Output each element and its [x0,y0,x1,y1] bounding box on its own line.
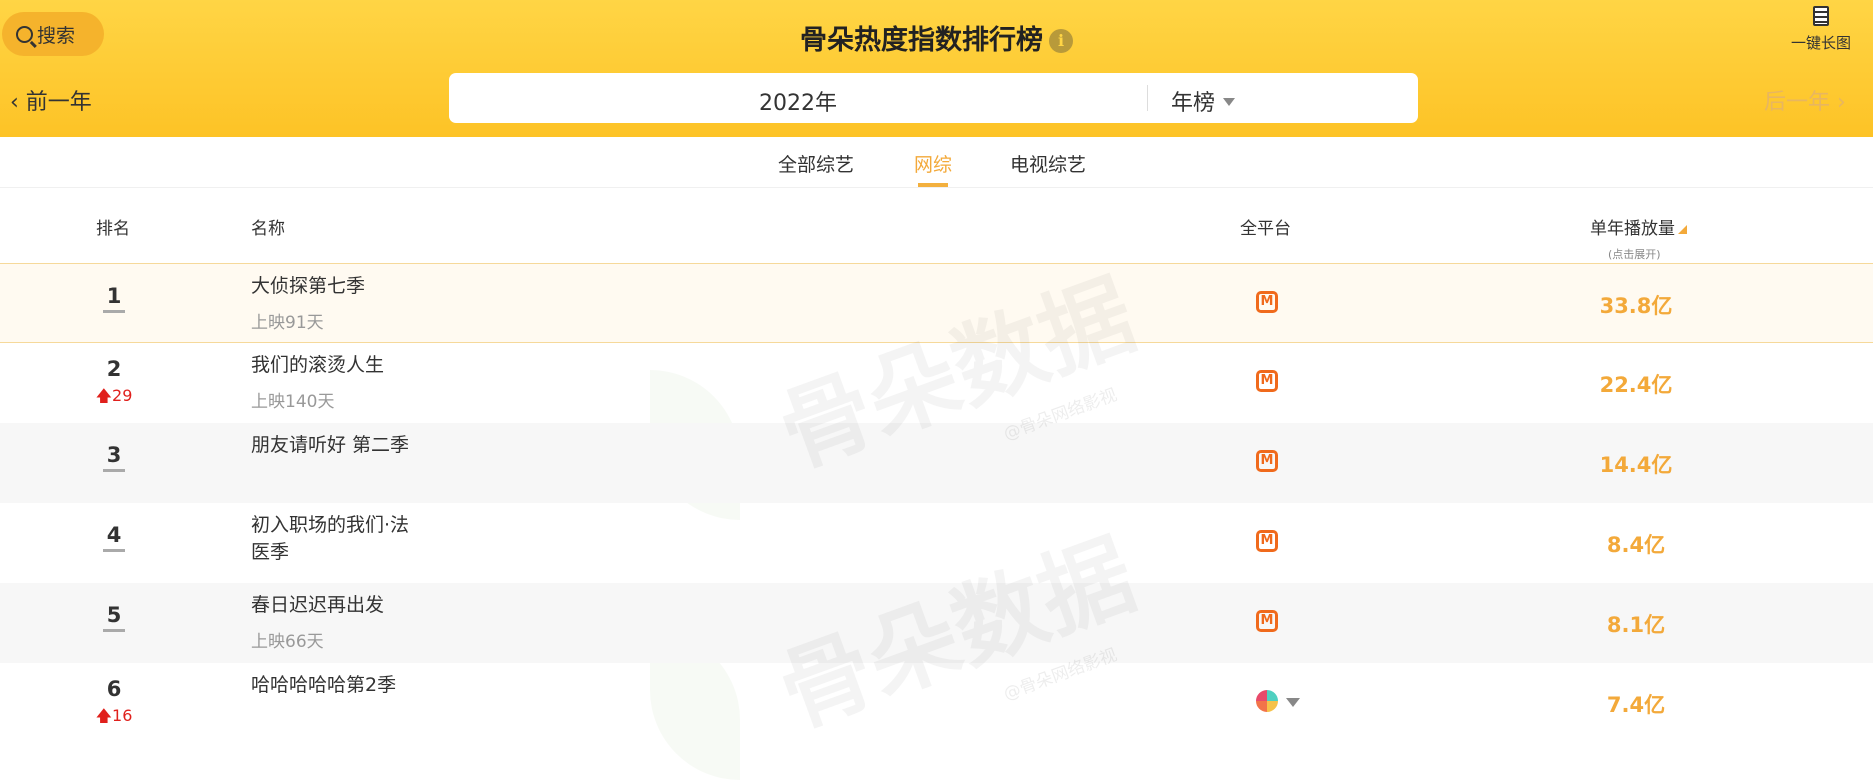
expand-hint[interactable]: (点击展开) [1608,246,1661,262]
document-icon [1813,6,1829,26]
show-name[interactable]: 我们的滚烫人生 [251,352,421,379]
show-name[interactable]: 哈哈哈哈哈第2季 [251,672,421,699]
table-row[interactable]: 3 朋友请听好 第二季 M 14.4亿 [0,423,1873,503]
table-row[interactable]: 6 🡅16 哈哈哈哈哈第2季 7.4亿 [0,663,1873,743]
rank-number: 1 [84,284,144,313]
rank-number: 2 [106,357,122,381]
tab-all-variety[interactable]: 全部综艺 [778,150,854,177]
arrow-up-icon: 🡅 [95,706,113,725]
long-image-button[interactable]: 一键长图 [1784,6,1858,53]
prev-year-button[interactable]: ‹ 前一年 [10,84,92,116]
next-year-button[interactable]: 后一年 › [1764,84,1846,116]
table-row[interactable]: 4 初入职场的我们·法医季 M 8.4亿 [0,503,1873,583]
column-rank: 排名 [96,219,130,239]
table-row[interactable]: 2 🡅29 我们的滚烫人生上映140天 M 22.4亿 [0,343,1873,423]
caret-down-icon[interactable] [1286,698,1300,707]
year-select[interactable]: 2022年 [449,85,1147,117]
rank-change: 🡅29 [95,386,133,405]
table-row[interactable]: 1 大侦探第七季上映91天 M 33.8亿 [0,263,1873,343]
views-value: 8.1亿 [1606,613,1666,637]
column-views[interactable]: 单年播放量 [1590,214,1687,239]
chevron-right-icon: › [1830,90,1846,115]
divider [1147,85,1148,111]
release-days: 上映91天 [251,313,324,333]
rank-change: 🡅16 [95,706,133,725]
table-row[interactable]: 5 春日迟迟再出发上映66天 M 8.1亿 [0,583,1873,663]
sort-icon [1678,225,1687,234]
mango-tv-icon: M [1256,530,1278,552]
mango-tv-icon: M [1256,610,1278,632]
rank-number: 4 [84,523,144,552]
mango-tv-icon: M [1256,291,1278,313]
chevron-left-icon: ‹ [10,90,26,115]
show-name[interactable]: 初入职场的我们·法医季 [251,512,421,566]
mango-tv-icon: M [1256,370,1278,392]
tab-tv-variety[interactable]: 电视综艺 [1010,150,1086,177]
caret-down-icon [1223,98,1236,106]
release-days: 上映140天 [251,392,335,412]
column-platform[interactable]: 全平台 [1240,214,1291,239]
period-selector: 2022年 年榜 [449,73,1418,123]
mango-tv-icon: M [1256,450,1278,472]
views-value: 33.8亿 [1599,294,1673,318]
views-value: 8.4亿 [1606,533,1666,557]
page-title: 骨朵热度指数排行榜 i [0,18,1873,57]
column-name: 名称 [251,219,285,239]
arrow-up-icon: 🡅 [95,386,113,405]
list-type-select[interactable]: 年榜 [1171,85,1236,117]
views-value: 14.4亿 [1599,453,1673,477]
views-value: 7.4亿 [1606,693,1666,717]
show-name[interactable]: 春日迟迟再出发 [251,592,421,619]
category-tabs: 全部综艺 网综 电视综艺 [0,150,1873,188]
rank-number: 5 [84,603,144,632]
views-value: 22.4亿 [1599,373,1673,397]
multi-platform-icon[interactable] [1256,690,1278,712]
show-name[interactable]: 大侦探第七季 [251,273,421,300]
rank-number: 6 [106,677,122,701]
header-bar: 搜索 骨朵热度指数排行榜 i 一键长图 ‹ 前一年 2022年 年榜 后一年 › [0,0,1873,137]
rank-number: 3 [84,443,144,472]
show-name[interactable]: 朋友请听好 第二季 [251,432,421,459]
info-icon[interactable]: i [1049,29,1073,53]
tab-web-variety[interactable]: 网综 [914,150,952,187]
release-days: 上映66天 [251,632,324,652]
